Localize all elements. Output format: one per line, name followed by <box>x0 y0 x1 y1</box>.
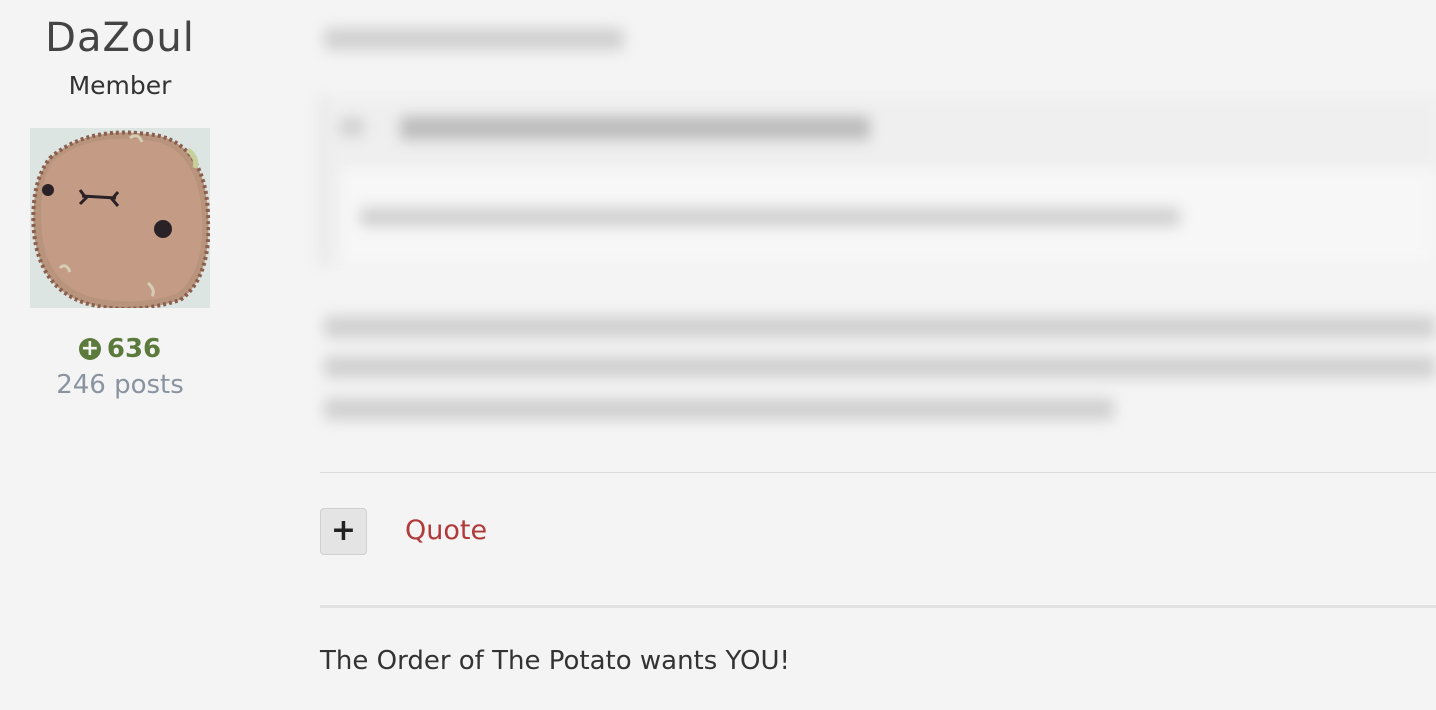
author-name[interactable]: DaZoul <box>0 14 240 62</box>
signature: The Order of The Potato wants YOU! <box>320 646 790 676</box>
blurred-line <box>360 208 1180 226</box>
signature-divider <box>320 605 1436 608</box>
post-count: 246 posts <box>56 370 184 400</box>
post-content-blurred <box>300 0 1436 470</box>
reaction-plus-button[interactable]: + <box>320 508 367 555</box>
blurred-line <box>324 356 1436 378</box>
plus-circle-icon: + <box>78 336 101 361</box>
divider <box>320 472 1436 473</box>
blurred-line <box>324 398 1114 420</box>
reputation[interactable]: +636 <box>0 332 240 366</box>
author-title: Member <box>68 71 172 100</box>
avatar-image <box>30 128 210 308</box>
blurred-line <box>340 118 364 136</box>
quote-button[interactable]: Quote <box>405 514 487 548</box>
blurred-line <box>400 116 870 140</box>
blurred-line <box>324 28 624 50</box>
forum-post: DaZoul Member +636 246 posts + Quote The… <box>0 0 1436 710</box>
blurred-line <box>324 316 1436 338</box>
reputation-count: 636 <box>106 334 162 364</box>
avatar[interactable] <box>30 128 210 308</box>
